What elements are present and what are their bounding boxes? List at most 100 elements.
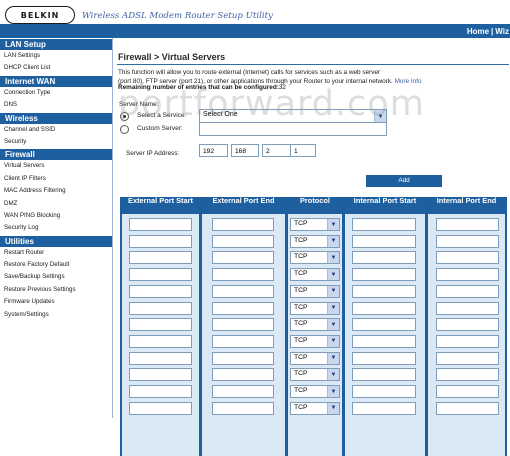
- internal-port-end-input[interactable]: [436, 351, 499, 365]
- internal-port-end-input[interactable]: [436, 284, 499, 298]
- internal-port-start-input[interactable]: [352, 218, 416, 231]
- ip-octet-1-input[interactable]: 192: [199, 144, 228, 157]
- protocol-select[interactable]: TCP ▼: [290, 368, 340, 382]
- internal-port-start-input[interactable]: [352, 301, 416, 315]
- internal-port-end-input[interactable]: [436, 385, 499, 398]
- internal-port-start-input[interactable]: [352, 234, 416, 248]
- external-port-end-input[interactable]: [212, 334, 274, 348]
- internal-port-end-input[interactable]: [436, 268, 499, 282]
- internal-port-end-input[interactable]: [436, 234, 499, 248]
- sidebar-item-dhcp-client-list[interactable]: DHCP Client List: [0, 62, 112, 74]
- chevron-down-icon[interactable]: ▼: [327, 352, 339, 364]
- internal-port-end-input[interactable]: [436, 251, 499, 265]
- more-info-link[interactable]: More Info: [395, 78, 422, 85]
- internal-port-start-input[interactable]: [352, 268, 416, 282]
- wizard-link[interactable]: Wiz: [494, 27, 510, 36]
- external-port-start-input[interactable]: [129, 251, 192, 265]
- internal-port-start-input[interactable]: [352, 251, 416, 265]
- internal-port-start-input[interactable]: [352, 368, 416, 382]
- sidebar-item-channel-ssid[interactable]: Channel and SSID: [0, 124, 112, 136]
- external-port-start-input[interactable]: [129, 351, 192, 365]
- external-port-start-input[interactable]: [129, 284, 192, 298]
- protocol-select[interactable]: TCP ▼: [290, 318, 340, 332]
- external-port-end-input[interactable]: [212, 218, 274, 231]
- internal-port-start-input[interactable]: [352, 284, 416, 298]
- custom-server-radio[interactable]: [120, 125, 129, 134]
- external-port-end-input[interactable]: [212, 351, 274, 365]
- sidebar-item-firmware-updates[interactable]: Firmware Updates: [0, 296, 112, 308]
- external-port-end-input[interactable]: [212, 234, 274, 248]
- external-port-start-input[interactable]: [129, 334, 192, 348]
- internal-port-end-input[interactable]: [436, 318, 499, 332]
- external-port-end-input[interactable]: [212, 385, 274, 398]
- external-port-end-input[interactable]: [212, 368, 274, 382]
- protocol-select[interactable]: TCP ▼: [290, 301, 340, 315]
- sidebar-item-restore-factory-default[interactable]: Restore Factory Default: [0, 259, 112, 271]
- chevron-down-icon[interactable]: ▼: [327, 369, 339, 381]
- internal-port-start-input[interactable]: [352, 401, 416, 415]
- sidebar-item-save-backup-settings[interactable]: Save/Backup Settings: [0, 271, 112, 283]
- chevron-down-icon[interactable]: ▼: [327, 319, 339, 331]
- external-port-start-input[interactable]: [129, 401, 192, 415]
- protocol-select[interactable]: TCP ▼: [290, 351, 340, 365]
- protocol-select[interactable]: TCP ▼: [290, 284, 340, 298]
- ip-octet-2-input[interactable]: 168: [231, 144, 259, 157]
- external-port-start-input[interactable]: [129, 268, 192, 282]
- external-port-start-input[interactable]: [129, 218, 192, 231]
- chevron-down-icon[interactable]: ▼: [327, 269, 339, 281]
- internal-port-start-input[interactable]: [352, 334, 416, 348]
- internal-port-end-input[interactable]: [436, 301, 499, 315]
- internal-port-end-input[interactable]: [436, 368, 499, 382]
- sidebar-item-virtual-servers[interactable]: Virtual Servers: [0, 160, 112, 172]
- chevron-down-icon[interactable]: ▼: [327, 302, 339, 314]
- chevron-down-icon[interactable]: ▼: [327, 386, 339, 397]
- external-port-end-input[interactable]: [212, 284, 274, 298]
- protocol-select[interactable]: TCP ▼: [290, 234, 340, 248]
- chevron-down-icon[interactable]: ▼: [327, 219, 339, 230]
- sidebar-item-wireless-security[interactable]: Security: [0, 136, 112, 148]
- external-port-end-input[interactable]: [212, 301, 274, 315]
- external-port-start-input[interactable]: [129, 234, 192, 248]
- external-port-end-input[interactable]: [212, 268, 274, 282]
- external-port-start-input[interactable]: [129, 301, 192, 315]
- internal-port-start-input[interactable]: [352, 318, 416, 332]
- ip-octet-4-input[interactable]: 1: [290, 144, 316, 157]
- sidebar-item-connection-type[interactable]: Connection Type: [0, 87, 112, 99]
- sidebar-item-restore-previous-settings[interactable]: Restore Previous Settings: [0, 284, 112, 296]
- protocol-select[interactable]: TCP ▼: [290, 268, 340, 282]
- external-port-start-input[interactable]: [129, 318, 192, 332]
- sidebar-item-client-ip-filters[interactable]: Client IP Filters: [0, 173, 112, 185]
- add-button[interactable]: Add: [366, 175, 442, 187]
- sidebar-item-mac-address-filtering[interactable]: MAC Address Filtering: [0, 185, 112, 197]
- protocol-select[interactable]: TCP ▼: [290, 401, 340, 415]
- home-link[interactable]: Home: [466, 27, 490, 36]
- external-port-start-input[interactable]: [129, 385, 192, 398]
- protocol-select[interactable]: TCP ▼: [290, 334, 340, 348]
- external-port-end-input[interactable]: [212, 251, 274, 265]
- chevron-down-icon[interactable]: ▼: [327, 252, 339, 264]
- internal-port-start-input[interactable]: [352, 385, 416, 398]
- sidebar-item-system-settings[interactable]: System/Settings: [0, 309, 112, 321]
- ip-octet-3-input[interactable]: 2: [262, 144, 291, 157]
- protocol-select[interactable]: TCP ▼: [290, 218, 340, 231]
- chevron-down-icon[interactable]: ▼: [327, 235, 339, 247]
- internal-port-start-input[interactable]: [352, 351, 416, 365]
- external-port-start-input[interactable]: [129, 368, 192, 382]
- chevron-down-icon[interactable]: ▼: [327, 335, 339, 347]
- sidebar-item-security-log[interactable]: Security Log: [0, 222, 112, 234]
- internal-port-end-input[interactable]: [436, 218, 499, 231]
- external-port-end-input[interactable]: [212, 401, 274, 415]
- sidebar-item-wan-ping-blocking[interactable]: WAN PING Blocking: [0, 210, 112, 222]
- select-service-radio[interactable]: [120, 112, 129, 121]
- custom-server-input[interactable]: [199, 122, 387, 136]
- chevron-down-icon[interactable]: ▼: [327, 285, 339, 297]
- sidebar-item-lan-settings[interactable]: LAN Settings: [0, 50, 112, 62]
- sidebar-item-restart-router[interactable]: Restart Router: [0, 247, 112, 259]
- internal-port-end-input[interactable]: [436, 401, 499, 415]
- sidebar-item-dns[interactable]: DNS: [0, 99, 112, 111]
- chevron-down-icon[interactable]: ▼: [327, 402, 339, 414]
- external-port-end-input[interactable]: [212, 318, 274, 332]
- internal-port-end-input[interactable]: [436, 334, 499, 348]
- protocol-select[interactable]: TCP ▼: [290, 385, 340, 398]
- protocol-select[interactable]: TCP ▼: [290, 251, 340, 265]
